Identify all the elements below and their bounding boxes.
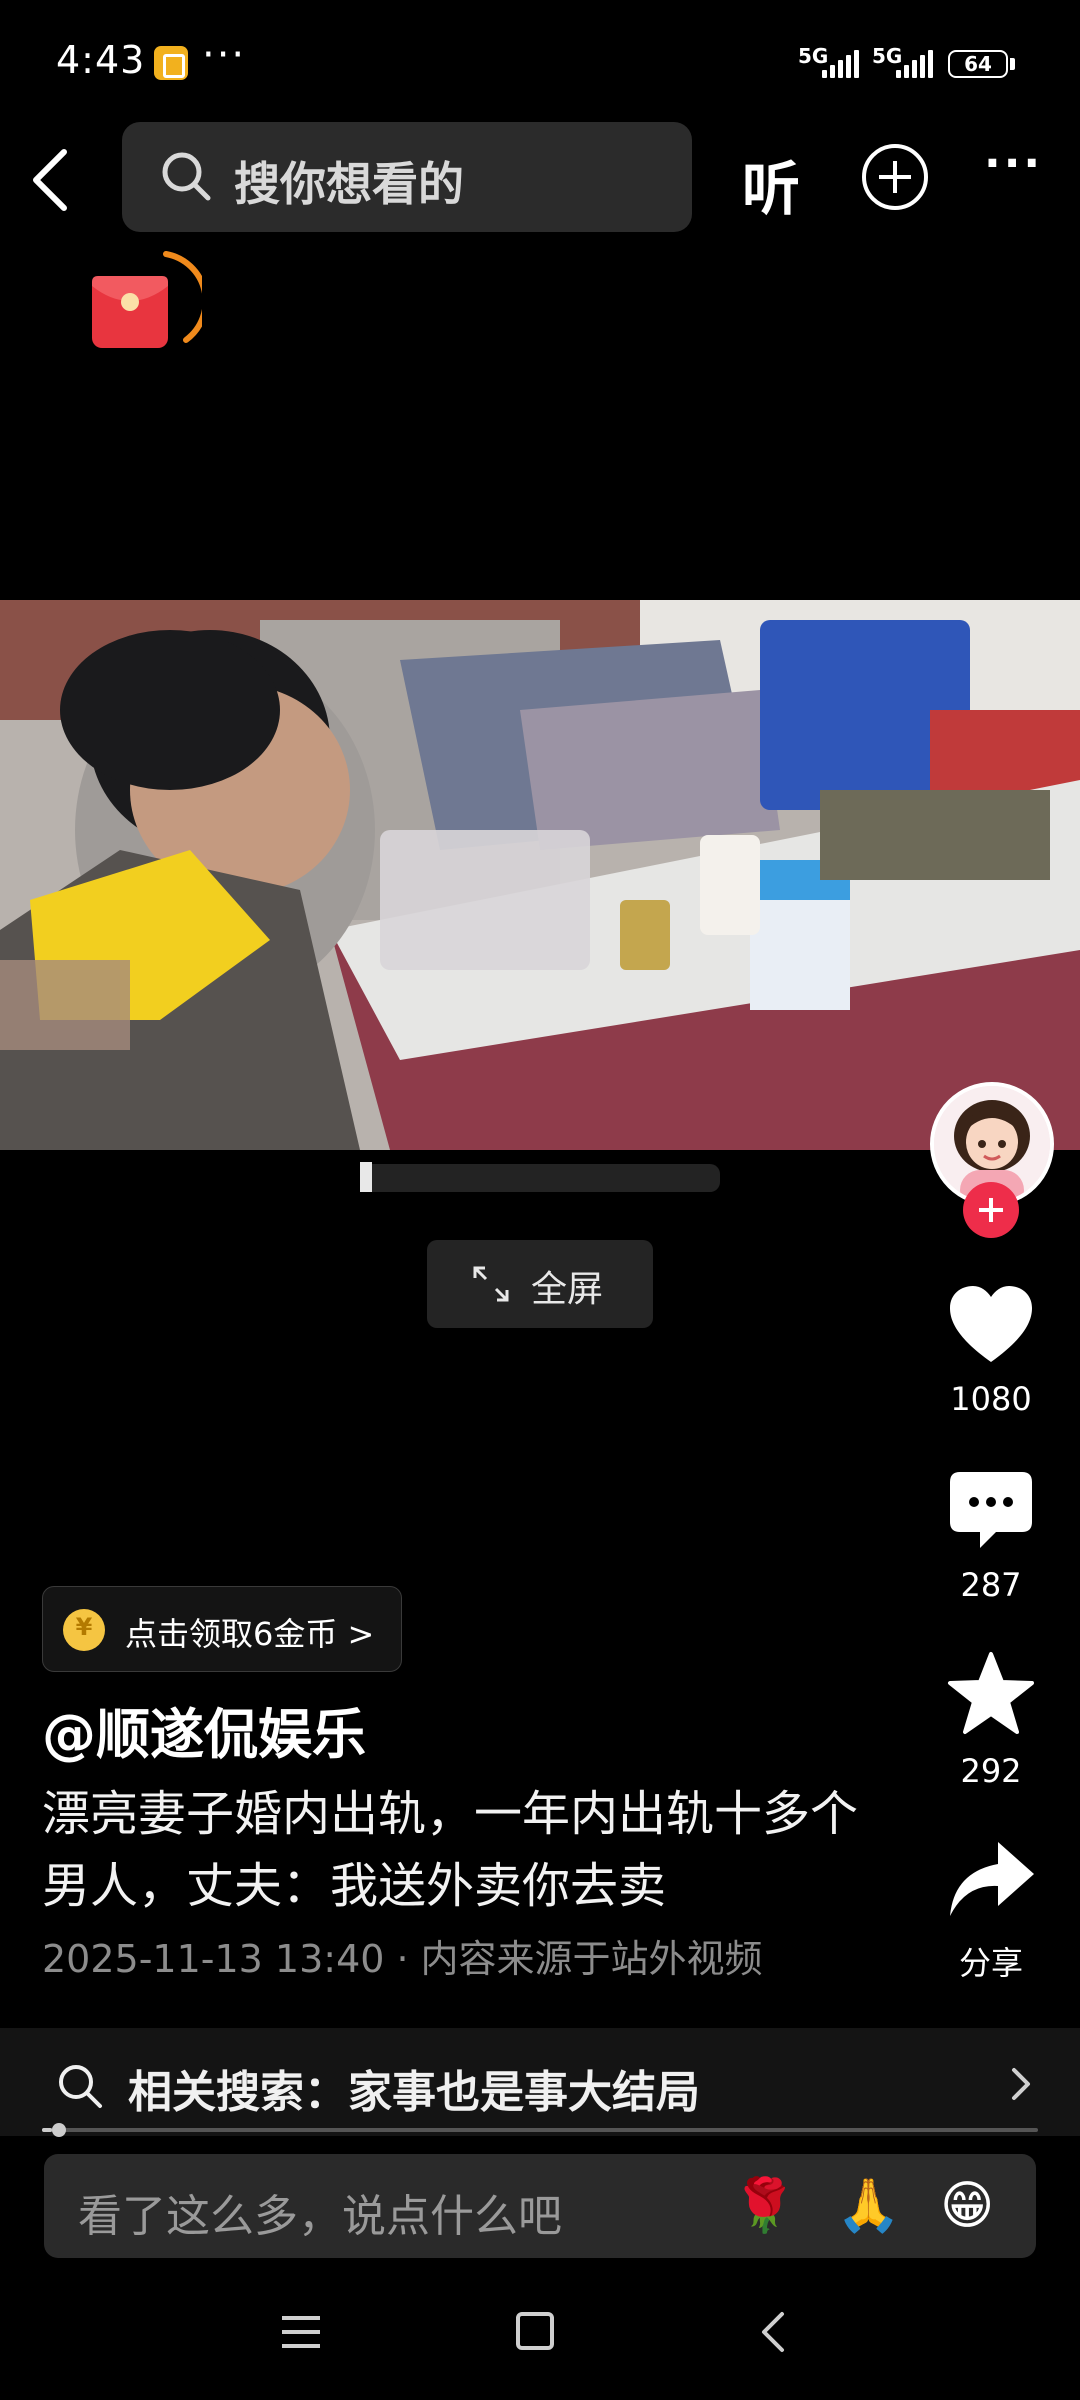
comment-input[interactable]: 看了这么多，说点什么吧 <box>78 2180 562 2244</box>
video-progress-bar[interactable] <box>42 2123 1038 2137</box>
back-button[interactable] <box>22 140 82 220</box>
status-time: 4:43 <box>56 38 146 82</box>
like-count: 1080 <box>950 1380 1032 1418</box>
video-player[interactable] <box>0 600 1080 1150</box>
video-frame <box>0 600 1080 1150</box>
content-source: 内容来源于站外视频 <box>420 1937 763 1981</box>
comment-count: 287 <box>960 1566 1022 1604</box>
related-search-bar[interactable]: 相关搜索：家事也是事大结局 <box>0 2028 1080 2136</box>
search-box[interactable]: 搜你想看的 <box>122 122 692 232</box>
star-icon[interactable] <box>946 1650 1036 1740</box>
notification-app-icon <box>154 46 188 80</box>
emoji-grin-button[interactable]: 😁 <box>940 2176 994 2236</box>
search-icon <box>162 152 211 201</box>
listen-button[interactable]: 听 <box>742 142 800 226</box>
nav-back-icon[interactable] <box>758 2310 788 2354</box>
coin-reward-banner[interactable]: 点击领取6金币 > <box>42 1586 402 1672</box>
share-icon[interactable] <box>946 1836 1036 1926</box>
follow-button[interactable] <box>963 1182 1019 1238</box>
post-date: 2025-11-13 13:40 <box>42 1937 385 1981</box>
comment-icon[interactable] <box>946 1466 1036 1556</box>
favorite-count: 292 <box>960 1752 1022 1790</box>
video-caption: 漂亮妻子婚内出轨，一年内出轨十多个男人，丈夫：我送外卖你去卖 <box>42 1786 859 1914</box>
status-more-notifications: ··· <box>202 32 247 78</box>
signal-bars-icon-2 <box>896 48 933 78</box>
chevron-right-icon <box>1012 2068 1030 2100</box>
video-subtitle-blur <box>360 1162 720 1192</box>
video-meta: 2025-11-13 13:40 · 内容来源于站外视频 <box>42 1928 763 1983</box>
meta-separator: · <box>396 1937 409 1981</box>
back-icon <box>33 149 67 211</box>
video-progress-fill <box>42 2128 52 2132</box>
coin-icon <box>63 1609 105 1651</box>
signal-bars-icon-1 <box>822 48 859 78</box>
red-packet-icon <box>92 251 209 348</box>
video-progress-handle[interactable] <box>51 2123 66 2137</box>
coin-reward-label: 点击领取6金币 > <box>125 1615 375 1653</box>
comment-bar[interactable]: 看了这么多，说点什么吧 🌹 🙏 😁 <box>44 2154 1036 2258</box>
related-search-text: 相关搜索：家事也是事大结局 <box>128 2067 700 2118</box>
fullscreen-icon <box>473 1266 509 1302</box>
add-button[interactable] <box>862 144 928 210</box>
share-label: 分享 <box>958 1944 1023 1982</box>
search-placeholder: 搜你想看的 <box>234 157 464 211</box>
battery-indicator: 64 <box>948 50 1008 78</box>
fullscreen-button[interactable]: 全屏 <box>427 1240 653 1328</box>
more-options-button[interactable]: ··· <box>984 138 1043 189</box>
battery-tip <box>1010 58 1015 70</box>
menu-icon[interactable] <box>280 2314 322 2350</box>
heart-icon[interactable] <box>946 1282 1036 1372</box>
red-packet-button[interactable] <box>88 246 209 360</box>
home-icon[interactable] <box>516 2312 554 2350</box>
emoji-pray-button[interactable]: 🙏 <box>836 2176 901 2236</box>
author-name[interactable]: @顺遂侃娱乐 <box>42 1690 366 1769</box>
fullscreen-label: 全屏 <box>531 1269 604 1310</box>
search-icon <box>59 2065 102 2108</box>
emoji-rose-button[interactable]: 🌹 <box>732 2176 797 2236</box>
